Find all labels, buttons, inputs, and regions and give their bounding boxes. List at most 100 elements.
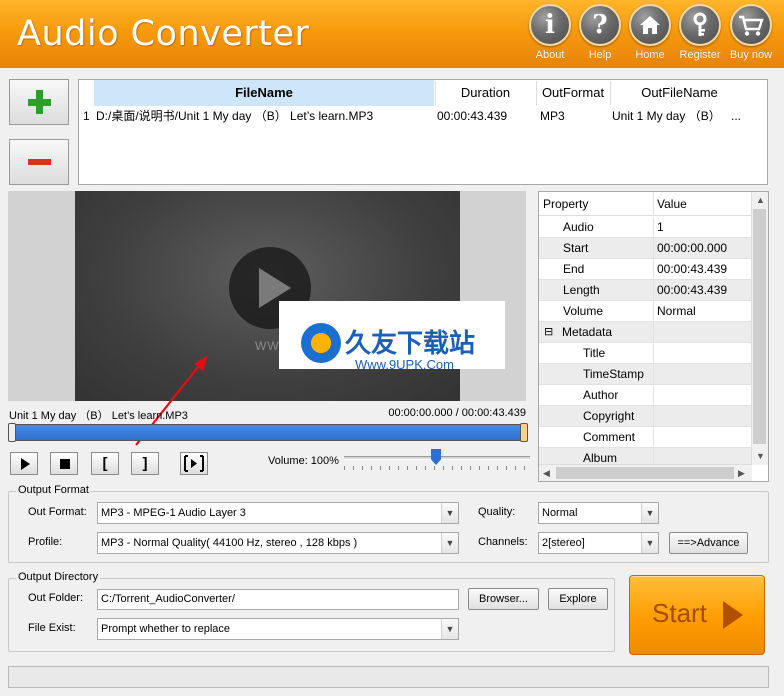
register-label: Register: [679, 49, 721, 61]
property-value[interactable]: 00:00:43.439: [657, 280, 727, 300]
row-outfilename: Unit 1 My day （B）: [612, 109, 721, 123]
start-button[interactable]: Start: [629, 575, 765, 655]
out-format-select[interactable]: MP3 - MPEG-1 Audio Layer 3 ▼: [97, 502, 459, 524]
property-row[interactable]: Length 00:00:43.439: [539, 280, 752, 301]
browser-button[interactable]: Browser...: [468, 588, 539, 610]
start-label: Start: [652, 598, 707, 628]
out-folder-input[interactable]: C:/Torrent_AudioConverter/: [97, 589, 459, 610]
register-button[interactable]: Register: [675, 4, 725, 64]
status-bar: [8, 666, 769, 688]
explore-button[interactable]: Explore: [548, 588, 608, 610]
out-folder-label: Out Folder:: [28, 592, 84, 604]
property-value[interactable]: 00:00:00.000: [657, 238, 727, 258]
col-header-outformat[interactable]: OutFormat: [536, 81, 609, 105]
start-handle[interactable]: [8, 423, 16, 442]
play-button[interactable]: [10, 452, 38, 475]
watermark-subtitle: Www.9UPK.Com: [355, 357, 454, 372]
row-duration: 00:00:43.439: [437, 109, 508, 123]
property-header: Property Value: [539, 192, 752, 216]
chevron-down-icon[interactable]: ▼: [441, 533, 458, 553]
set-start-button[interactable]: [: [91, 452, 119, 475]
app-header: Audio Converter i About ? Help Home Regi…: [0, 0, 784, 68]
property-row[interactable]: End 00:00:43.439: [539, 259, 752, 280]
help-button[interactable]: ? Help: [575, 4, 625, 64]
property-row[interactable]: Start 00:00:00.000: [539, 238, 752, 259]
scroll-right-icon[interactable]: ▶: [738, 468, 745, 479]
file-exist-select[interactable]: Prompt whether to replace ▼: [97, 618, 459, 640]
minus-icon: [28, 159, 51, 165]
out-format-label: Out Format:: [28, 506, 87, 518]
property-key: Volume: [539, 301, 654, 322]
property-value[interactable]: Normal: [657, 301, 696, 321]
property-horizontal-scrollbar[interactable]: ◀ ▶: [539, 464, 752, 481]
property-row[interactable]: Author: [539, 385, 752, 406]
property-key: Start: [539, 238, 654, 259]
timeline-slider[interactable]: [8, 423, 528, 442]
scroll-left-icon[interactable]: ◀: [543, 468, 550, 479]
file-exist-value: Prompt whether to replace: [101, 623, 231, 635]
property-key: Audio: [539, 217, 654, 238]
file-table[interactable]: FileName Duration OutFormat OutFileName …: [78, 79, 768, 185]
property-hscroll-thumb[interactable]: [556, 467, 734, 479]
property-value[interactable]: 1: [657, 217, 664, 237]
set-end-button[interactable]: ]: [131, 452, 159, 475]
property-row[interactable]: ⊟ Metadata: [539, 322, 752, 343]
track-time: 00:00:00.000 / 00:00:43.439: [388, 407, 526, 419]
about-button[interactable]: i About: [525, 4, 575, 64]
property-key: Title: [539, 343, 654, 364]
property-vertical-scrollbar[interactable]: ▲ ▼: [751, 192, 768, 465]
property-row[interactable]: TimeStamp: [539, 364, 752, 385]
profile-select[interactable]: MP3 - Normal Quality( 44100 Hz, stereo ,…: [97, 532, 459, 554]
about-label: About: [535, 49, 565, 61]
property-key: Author: [539, 385, 654, 406]
property-key: End: [539, 259, 654, 280]
file-exist-label: File Exist:: [28, 622, 76, 634]
row-filename: D:/桌面/说明书/Unit 1 My day （B） Let’s learn.…: [96, 109, 374, 123]
col-header-outfilename[interactable]: OutFileName: [610, 81, 748, 105]
property-header-value: Value: [657, 197, 687, 211]
chevron-down-icon[interactable]: ▼: [441, 503, 458, 523]
property-header-key: Property: [539, 192, 654, 216]
volume-slider-thumb[interactable]: [431, 449, 441, 465]
channels-select[interactable]: 2[stereo] ▼: [538, 532, 659, 554]
property-key: Copyright: [539, 406, 654, 427]
property-vscroll-thumb[interactable]: [753, 209, 766, 444]
scroll-up-icon[interactable]: ▲: [756, 195, 765, 205]
advance-button[interactable]: ==>Advance: [669, 532, 748, 554]
quality-select[interactable]: Normal ▼: [538, 502, 659, 524]
property-row[interactable]: Copyright: [539, 406, 752, 427]
help-label: Help: [588, 49, 612, 61]
output-format-title: Output Format: [16, 484, 91, 496]
row-more[interactable]: ...: [731, 106, 749, 126]
quality-label: Quality:: [478, 506, 516, 518]
add-file-button[interactable]: [9, 79, 69, 125]
property-row[interactable]: Comment: [539, 427, 752, 448]
buy-now-button[interactable]: Buy now: [726, 4, 776, 64]
home-button[interactable]: Home: [625, 4, 675, 64]
end-handle[interactable]: [520, 423, 528, 442]
play-icon: [21, 458, 30, 470]
help-icon: ?: [579, 4, 621, 46]
property-row[interactable]: Volume Normal: [539, 301, 752, 322]
chevron-down-icon[interactable]: ▼: [441, 619, 458, 639]
property-grid[interactable]: Property Value Audio 1 Start 00:00:00.000 En…: [538, 191, 769, 482]
start-arrow-icon: [723, 601, 743, 629]
property-row[interactable]: Title: [539, 343, 752, 364]
volume-label: Volume: 100%: [268, 455, 339, 467]
chevron-down-icon[interactable]: ▼: [641, 503, 658, 523]
play-selection-button[interactable]: [180, 452, 208, 475]
property-key: Length: [539, 280, 654, 301]
channels-value: 2[stereo]: [542, 537, 585, 549]
property-key: TimeStamp: [539, 364, 654, 385]
col-header-duration[interactable]: Duration: [435, 81, 535, 105]
property-value[interactable]: 00:00:43.439: [657, 259, 727, 279]
stop-icon: [60, 459, 70, 469]
track-name: Unit 1 My day （B） Let’s learn.MP3: [9, 410, 188, 422]
chevron-down-icon[interactable]: ▼: [641, 533, 658, 553]
property-row[interactable]: Audio 1: [539, 217, 752, 238]
stop-button[interactable]: [50, 452, 78, 475]
row-outformat: MP3: [540, 109, 565, 123]
col-header-filename[interactable]: FileName: [94, 81, 434, 105]
remove-file-button[interactable]: [9, 139, 69, 185]
scroll-down-icon[interactable]: ▼: [756, 451, 765, 461]
